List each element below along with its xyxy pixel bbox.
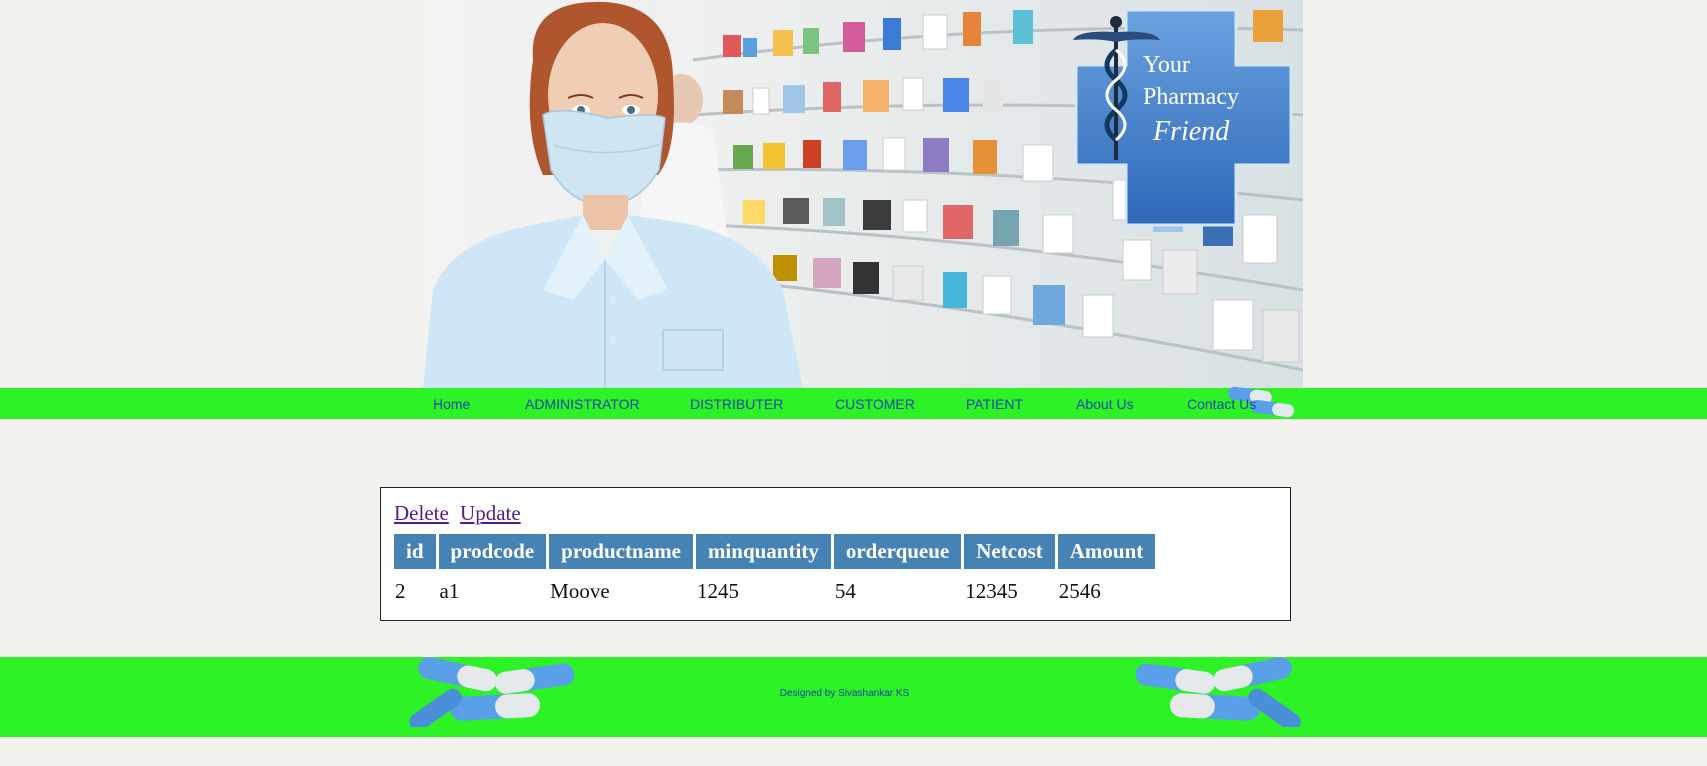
delete-link[interactable]: Delete	[394, 501, 449, 525]
nav-administrator[interactable]: ADMINISTRATOR	[525, 396, 640, 412]
table-row: 2 a1 Moove 1245 54 12345 2546	[394, 569, 1155, 613]
footer: Designed by Sivashankar KS	[0, 657, 1707, 737]
pills-right-icon	[1135, 657, 1301, 727]
footer-credit: Designed by Sivashankar KS	[779, 688, 910, 699]
column-header-productname: productname	[549, 534, 693, 569]
header-banner: Your Pharmacy Friend	[423, 0, 1303, 388]
cell-netcost: 12345	[965, 578, 1018, 603]
cell-id: 2	[395, 578, 406, 603]
table-header-row: id prodcode productname minquantity orde…	[394, 534, 1156, 569]
nav-about-us[interactable]: About Us	[1076, 396, 1134, 412]
cell-orderqueue: 54	[834, 578, 856, 603]
nav-contact-us[interactable]: Contact Us	[1187, 396, 1256, 412]
nav-home[interactable]: Home	[433, 396, 470, 412]
column-header-minquantity: minquantity	[695, 534, 831, 569]
logo-text-line-2: Pharmacy	[1143, 84, 1239, 110]
logo-text-line-1: Your	[1143, 52, 1190, 78]
product-table: id prodcode productname minquantity orde…	[391, 534, 1158, 613]
logo-text-line-3: Friend	[1152, 116, 1230, 147]
cell-prodcode: a1	[439, 578, 460, 603]
column-header-id: id	[394, 534, 436, 569]
nav-patient[interactable]: PATIENT	[966, 396, 1023, 412]
column-header-amount: Amount	[1057, 534, 1156, 569]
pharmacist-photo	[423, 1, 803, 388]
cell-minquantity: 1245	[696, 578, 739, 603]
nav-customer[interactable]: CUSTOMER	[835, 396, 915, 412]
main-navbar: Home ADMINISTRATOR DISTRIBUTER CUSTOMER …	[0, 386, 1707, 419]
row-actions: Delete Update	[394, 501, 527, 526]
nav-menu: Home ADMINISTRATOR DISTRIBUTER CUSTOMER …	[423, 386, 1303, 419]
nav-distributer[interactable]: DISTRIBUTER	[690, 396, 783, 412]
column-header-prodcode: prodcode	[438, 534, 547, 569]
column-header-orderqueue: orderqueue	[833, 534, 962, 569]
update-link[interactable]: Update	[460, 501, 521, 525]
pharmacy-logo: Your Pharmacy Friend	[1073, 10, 1293, 227]
column-header-netcost: Netcost	[964, 534, 1055, 569]
product-table-panel: Delete Update id prodcode productname mi…	[380, 487, 1291, 621]
cell-amount: 2546	[1058, 578, 1101, 603]
cell-productname: Moove	[550, 578, 610, 603]
